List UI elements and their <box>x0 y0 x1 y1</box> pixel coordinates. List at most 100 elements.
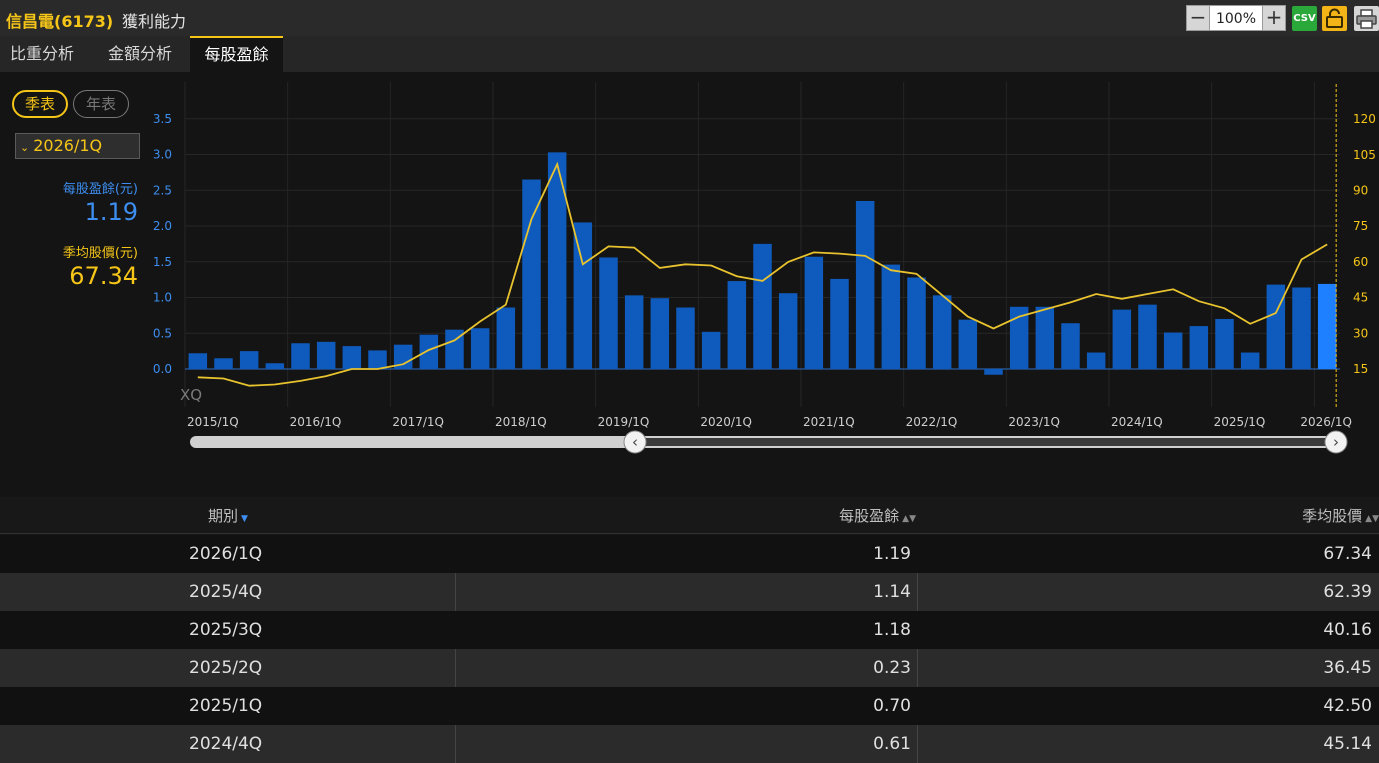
eps-bar <box>1086 352 1106 369</box>
eps-bar <box>470 328 490 369</box>
x-axis-tick: 2015/1Q <box>187 415 239 429</box>
cell-period: 2026/1Q <box>189 544 263 564</box>
column-divider <box>917 725 918 763</box>
tab-bar: 比重分析 金額分析 每股盈餘 <box>0 36 1379 72</box>
eps-bar <box>599 257 618 369</box>
cell-period: 2025/1Q <box>189 696 263 716</box>
tab-amount-analysis[interactable]: 金額分析 <box>96 36 184 72</box>
cell-eps: 0.70 <box>873 696 911 716</box>
x-axis-tick: 2023/1Q <box>1008 415 1060 429</box>
eps-bar <box>1112 309 1132 369</box>
eps-bar <box>727 281 747 369</box>
eps-bar <box>701 331 721 369</box>
section-title: 獲利能力 <box>122 12 187 31</box>
eps-bar <box>188 353 208 369</box>
eps-bar <box>855 200 875 369</box>
col-header-period-label: 期別 <box>208 507 239 525</box>
table-row[interactable]: 2025/3Q 1.18 40.16 <box>0 611 1379 649</box>
eps-bar <box>1138 304 1157 369</box>
stock-title: 信昌電(6173) <box>6 12 114 31</box>
left-axis-tick: 2.0 <box>153 219 172 233</box>
x-axis-tick: 2016/1Q <box>290 415 342 429</box>
eps-bar <box>676 307 695 369</box>
title-bar: 信昌電(6173) 獲利能力 − 100% + CSV <box>0 0 1379 36</box>
column-divider <box>455 649 456 687</box>
column-divider <box>455 573 456 611</box>
eps-bar <box>1240 352 1260 369</box>
eps-price-chart: 0.0 0.5 1.0 1.5 2.0 2.5 3.0 3.5 15 30 45 60 75 90 105 1… <box>153 82 1376 454</box>
left-axis-tick: 0.5 <box>153 326 172 340</box>
cell-period: 2025/2Q <box>189 658 263 678</box>
eps-bar <box>778 293 798 369</box>
tab-ratio-analysis[interactable]: 比重分析 <box>0 36 84 72</box>
price-label: 季均股價(元) <box>62 246 138 261</box>
col-header-period[interactable]: 期別 ▼ <box>208 505 248 526</box>
x-axis-tick: 2026/1Q <box>1300 415 1352 429</box>
left-axis-tick: 2.5 <box>153 183 172 197</box>
col-header-price-label: 季均股價 <box>1302 507 1363 525</box>
x-axis-tick: 2020/1Q <box>700 415 752 429</box>
eps-bar <box>291 343 310 369</box>
eps-bar <box>1061 323 1080 369</box>
col-header-eps[interactable]: 每股盈餘 ▲▼ <box>839 505 916 526</box>
quarterly-toggle[interactable]: 季表 <box>12 90 68 118</box>
column-divider <box>917 649 918 687</box>
column-divider <box>917 573 918 611</box>
sort-icon: ▲▼ <box>902 514 916 524</box>
csv-export-button[interactable]: CSV <box>1292 6 1317 31</box>
eps-bar <box>368 350 387 369</box>
eps-bar <box>907 277 926 369</box>
cell-price: 40.16 <box>1323 620 1372 640</box>
col-header-price[interactable]: 季均股價 ▲▼ <box>1302 505 1379 526</box>
period-select-value: 2026/1Q <box>33 136 103 155</box>
eps-bar <box>1163 332 1183 369</box>
zoom-level: 100% <box>1210 5 1262 31</box>
cell-price: 42.50 <box>1323 696 1372 716</box>
x-axis-tick: 2021/1Q <box>803 415 855 429</box>
eps-bar <box>522 179 541 369</box>
right-axis-tick: 105 <box>1353 148 1376 162</box>
col-header-eps-label: 每股盈餘 <box>839 507 900 525</box>
eps-bar <box>1317 283 1337 369</box>
chevron-down-icon: ⌄ <box>20 141 30 154</box>
eps-bar <box>1189 326 1209 369</box>
cell-eps: 1.19 <box>873 544 911 564</box>
eps-bars <box>188 152 1337 375</box>
eps-bar <box>650 298 670 369</box>
cell-price: 67.34 <box>1323 544 1372 564</box>
table-row[interactable]: 2024/4Q 0.61 45.14 <box>0 725 1379 763</box>
table-row[interactable]: 2025/2Q 0.23 36.45 <box>0 649 1379 687</box>
left-axis-tick: 1.0 <box>153 291 172 305</box>
right-axis-tick: 120 <box>1353 112 1376 126</box>
zoom-out-button[interactable]: − <box>1186 5 1210 31</box>
lock-icon[interactable] <box>1322 6 1347 31</box>
eps-bar <box>804 256 824 369</box>
left-axis-tick: 3.0 <box>153 148 172 162</box>
table-row[interactable]: 2026/1Q 1.19 67.34 <box>0 535 1379 573</box>
right-axis-tick: 45 <box>1353 291 1368 305</box>
period-select[interactable]: ⌄ 2026/1Q <box>15 133 140 159</box>
tab-eps[interactable]: 每股盈餘 <box>190 36 283 72</box>
zoom-in-button[interactable]: + <box>1262 5 1286 31</box>
chevron-right-icon: › <box>1333 433 1339 451</box>
cell-period: 2025/3Q <box>189 620 263 640</box>
eps-bar <box>984 369 1003 375</box>
eps-bar <box>932 295 952 369</box>
annual-toggle[interactable]: 年表 <box>73 90 129 118</box>
x-axis-tick: 2017/1Q <box>392 415 444 429</box>
eps-bar <box>1215 318 1234 369</box>
eps-bar <box>958 319 978 369</box>
table-row[interactable]: 2025/4Q 1.14 62.39 <box>0 573 1379 611</box>
cell-eps: 0.23 <box>873 658 911 678</box>
data-table: 期別 ▼ 每股盈餘 ▲▼ 季均股價 ▲▼ 2026/1Q 1.19 67.34 2025/4… <box>0 497 1379 763</box>
table-row[interactable]: 2025/1Q 0.70 42.50 <box>0 687 1379 725</box>
x-axis-tick: 2025/1Q <box>1214 415 1266 429</box>
left-axis-tick: 3.5 <box>153 112 172 126</box>
right-axis-tick: 75 <box>1353 219 1368 233</box>
print-icon[interactable] <box>1354 6 1379 31</box>
column-divider <box>455 725 456 763</box>
eps-bar <box>1292 287 1311 369</box>
cell-period: 2024/4Q <box>189 734 263 754</box>
table-header: 期別 ▼ 每股盈餘 ▲▼ 季均股價 ▲▼ <box>0 497 1379 534</box>
eps-bar <box>265 363 285 369</box>
